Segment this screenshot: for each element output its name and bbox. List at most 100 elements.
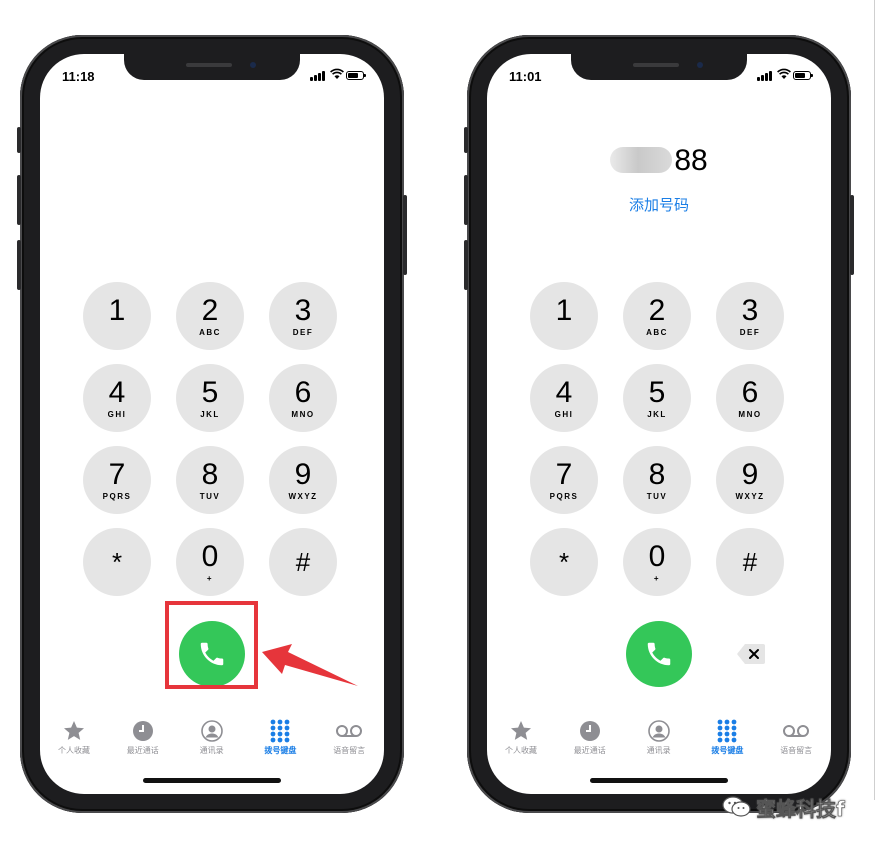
battery-icon — [793, 71, 813, 80]
contact-icon — [645, 719, 673, 743]
dialed-number-visible: 88 — [674, 144, 708, 177]
tab-label: 个人收藏 — [58, 746, 90, 755]
key-9[interactable]: 9 WXYZ — [269, 446, 337, 514]
watermark-text: 蜜蜂科技f — [756, 796, 845, 821]
contact-icon — [198, 719, 226, 743]
key-hash[interactable]: # — [269, 528, 337, 596]
key-8[interactable]: 8 TUV — [176, 446, 244, 514]
tab-keypad[interactable]: 拨号键盘 — [693, 719, 761, 763]
call-button-highlight — [165, 601, 258, 689]
wifi-icon — [330, 68, 344, 83]
key-3[interactable]: 3 DEF — [269, 282, 337, 350]
notch — [571, 54, 747, 80]
key-digit: 3 — [294, 293, 312, 327]
right-phone: 11:01 88 添加号码 1 2 ABC 3 DEF 4 GHI 5 JKL 6 MNO 7 PQRS… — [464, 35, 854, 813]
tab-label: 通讯录 — [646, 746, 671, 755]
tab-star[interactable]: 个人收藏 — [487, 719, 555, 763]
key-letters: PQRS — [102, 491, 132, 501]
tab-label: 通讯录 — [199, 746, 224, 755]
home-indicator[interactable] — [590, 778, 728, 783]
status-icons — [310, 68, 370, 83]
key-digit: # — [295, 547, 311, 577]
key-star[interactable]: * — [83, 528, 151, 596]
key-digit: 1 — [555, 293, 573, 327]
backspace-icon — [737, 644, 765, 664]
tab-label: 个人收藏 — [505, 746, 537, 755]
key-9[interactable]: 9 WXYZ — [716, 446, 784, 514]
key-4[interactable]: 4 GHI — [530, 364, 598, 432]
key-letters: TUV — [199, 491, 221, 501]
tab-keypad[interactable]: 拨号键盘 — [246, 719, 314, 763]
key-letters: PQRS — [549, 491, 579, 501]
key-letters: GHI — [107, 409, 127, 419]
key-1[interactable]: 1 — [83, 282, 151, 350]
side-button — [403, 195, 407, 275]
key-letters: WXYZ — [288, 491, 318, 501]
side-button — [850, 195, 854, 275]
delete-button[interactable] — [736, 643, 766, 665]
key-letters: WXYZ — [735, 491, 765, 501]
signal-icon — [310, 70, 326, 81]
key-digit: 3 — [741, 293, 759, 327]
key-6[interactable]: 6 MNO — [269, 364, 337, 432]
key-6[interactable]: 6 MNO — [716, 364, 784, 432]
right-screen: 11:01 88 添加号码 1 2 ABC 3 DEF 4 GHI 5 JKL 6 MNO 7 PQRS… — [487, 54, 831, 794]
key-letters: ABC — [199, 327, 221, 337]
key-4[interactable]: 4 GHI — [83, 364, 151, 432]
key-letters: ABC — [646, 327, 668, 337]
key-letters: DEF — [739, 327, 761, 337]
key-1[interactable]: 1 — [530, 282, 598, 350]
left-phone: 11:18 1 2 ABC 3 DEF 4 GHI 5 JKL 6 MNO 7 PQRS 8 TUV 9 WXY… — [17, 35, 407, 813]
star-icon — [60, 719, 88, 743]
tab-contact[interactable]: 通讯录 — [178, 719, 246, 763]
volume-down-button — [17, 240, 21, 290]
key-star[interactable]: * — [530, 528, 598, 596]
key-digit: 0 — [201, 539, 219, 573]
key-3[interactable]: 3 DEF — [716, 282, 784, 350]
voicemail-icon — [782, 719, 810, 743]
key-0[interactable]: 0 + — [176, 528, 244, 596]
key-letters: + — [653, 573, 661, 583]
tab-voicemail[interactable]: 语音留言 — [762, 719, 830, 763]
call-button[interactable] — [626, 621, 692, 687]
key-0[interactable]: 0 + — [623, 528, 691, 596]
battery-icon — [346, 71, 366, 80]
tab-label: 拨号键盘 — [264, 746, 297, 755]
key-7[interactable]: 7 PQRS — [530, 446, 598, 514]
key-2[interactable]: 2 ABC — [176, 282, 244, 350]
key-letters: DEF — [292, 327, 314, 337]
page-edge-line — [874, 0, 875, 800]
tab-label: 拨号键盘 — [711, 746, 744, 755]
home-indicator[interactable] — [143, 778, 281, 783]
key-digit: * — [558, 547, 570, 577]
clock-icon — [576, 719, 604, 743]
tab-star[interactable]: 个人收藏 — [40, 719, 108, 763]
key-8[interactable]: 8 TUV — [623, 446, 691, 514]
key-digit: 2 — [648, 293, 666, 327]
key-digit: * — [111, 547, 123, 577]
key-7[interactable]: 7 PQRS — [83, 446, 151, 514]
key-5[interactable]: 5 JKL — [176, 364, 244, 432]
key-hash[interactable]: # — [716, 528, 784, 596]
key-digit: 8 — [201, 457, 219, 491]
key-2[interactable]: 2 ABC — [623, 282, 691, 350]
keypad-icon — [266, 719, 294, 743]
key-letters: GHI — [554, 409, 574, 419]
tab-contact[interactable]: 通讯录 — [625, 719, 693, 763]
add-number-link[interactable]: 添加号码 — [487, 194, 831, 215]
notch — [124, 54, 300, 80]
key-digit: 9 — [741, 457, 759, 491]
key-letters: TUV — [646, 491, 668, 501]
tab-voicemail[interactable]: 语音留言 — [315, 719, 383, 763]
mute-switch — [17, 127, 21, 153]
key-digit: 0 — [648, 539, 666, 573]
key-5[interactable]: 5 JKL — [623, 364, 691, 432]
annotation-arrow — [262, 644, 358, 686]
key-digit: 7 — [108, 457, 126, 491]
key-letters: + — [206, 573, 214, 583]
tab-label: 最近通话 — [573, 746, 606, 755]
tab-clock[interactable]: 最近通话 — [109, 719, 177, 763]
key-letters: MNO — [291, 409, 315, 419]
wifi-icon — [777, 68, 791, 83]
tab-clock[interactable]: 最近通话 — [556, 719, 624, 763]
